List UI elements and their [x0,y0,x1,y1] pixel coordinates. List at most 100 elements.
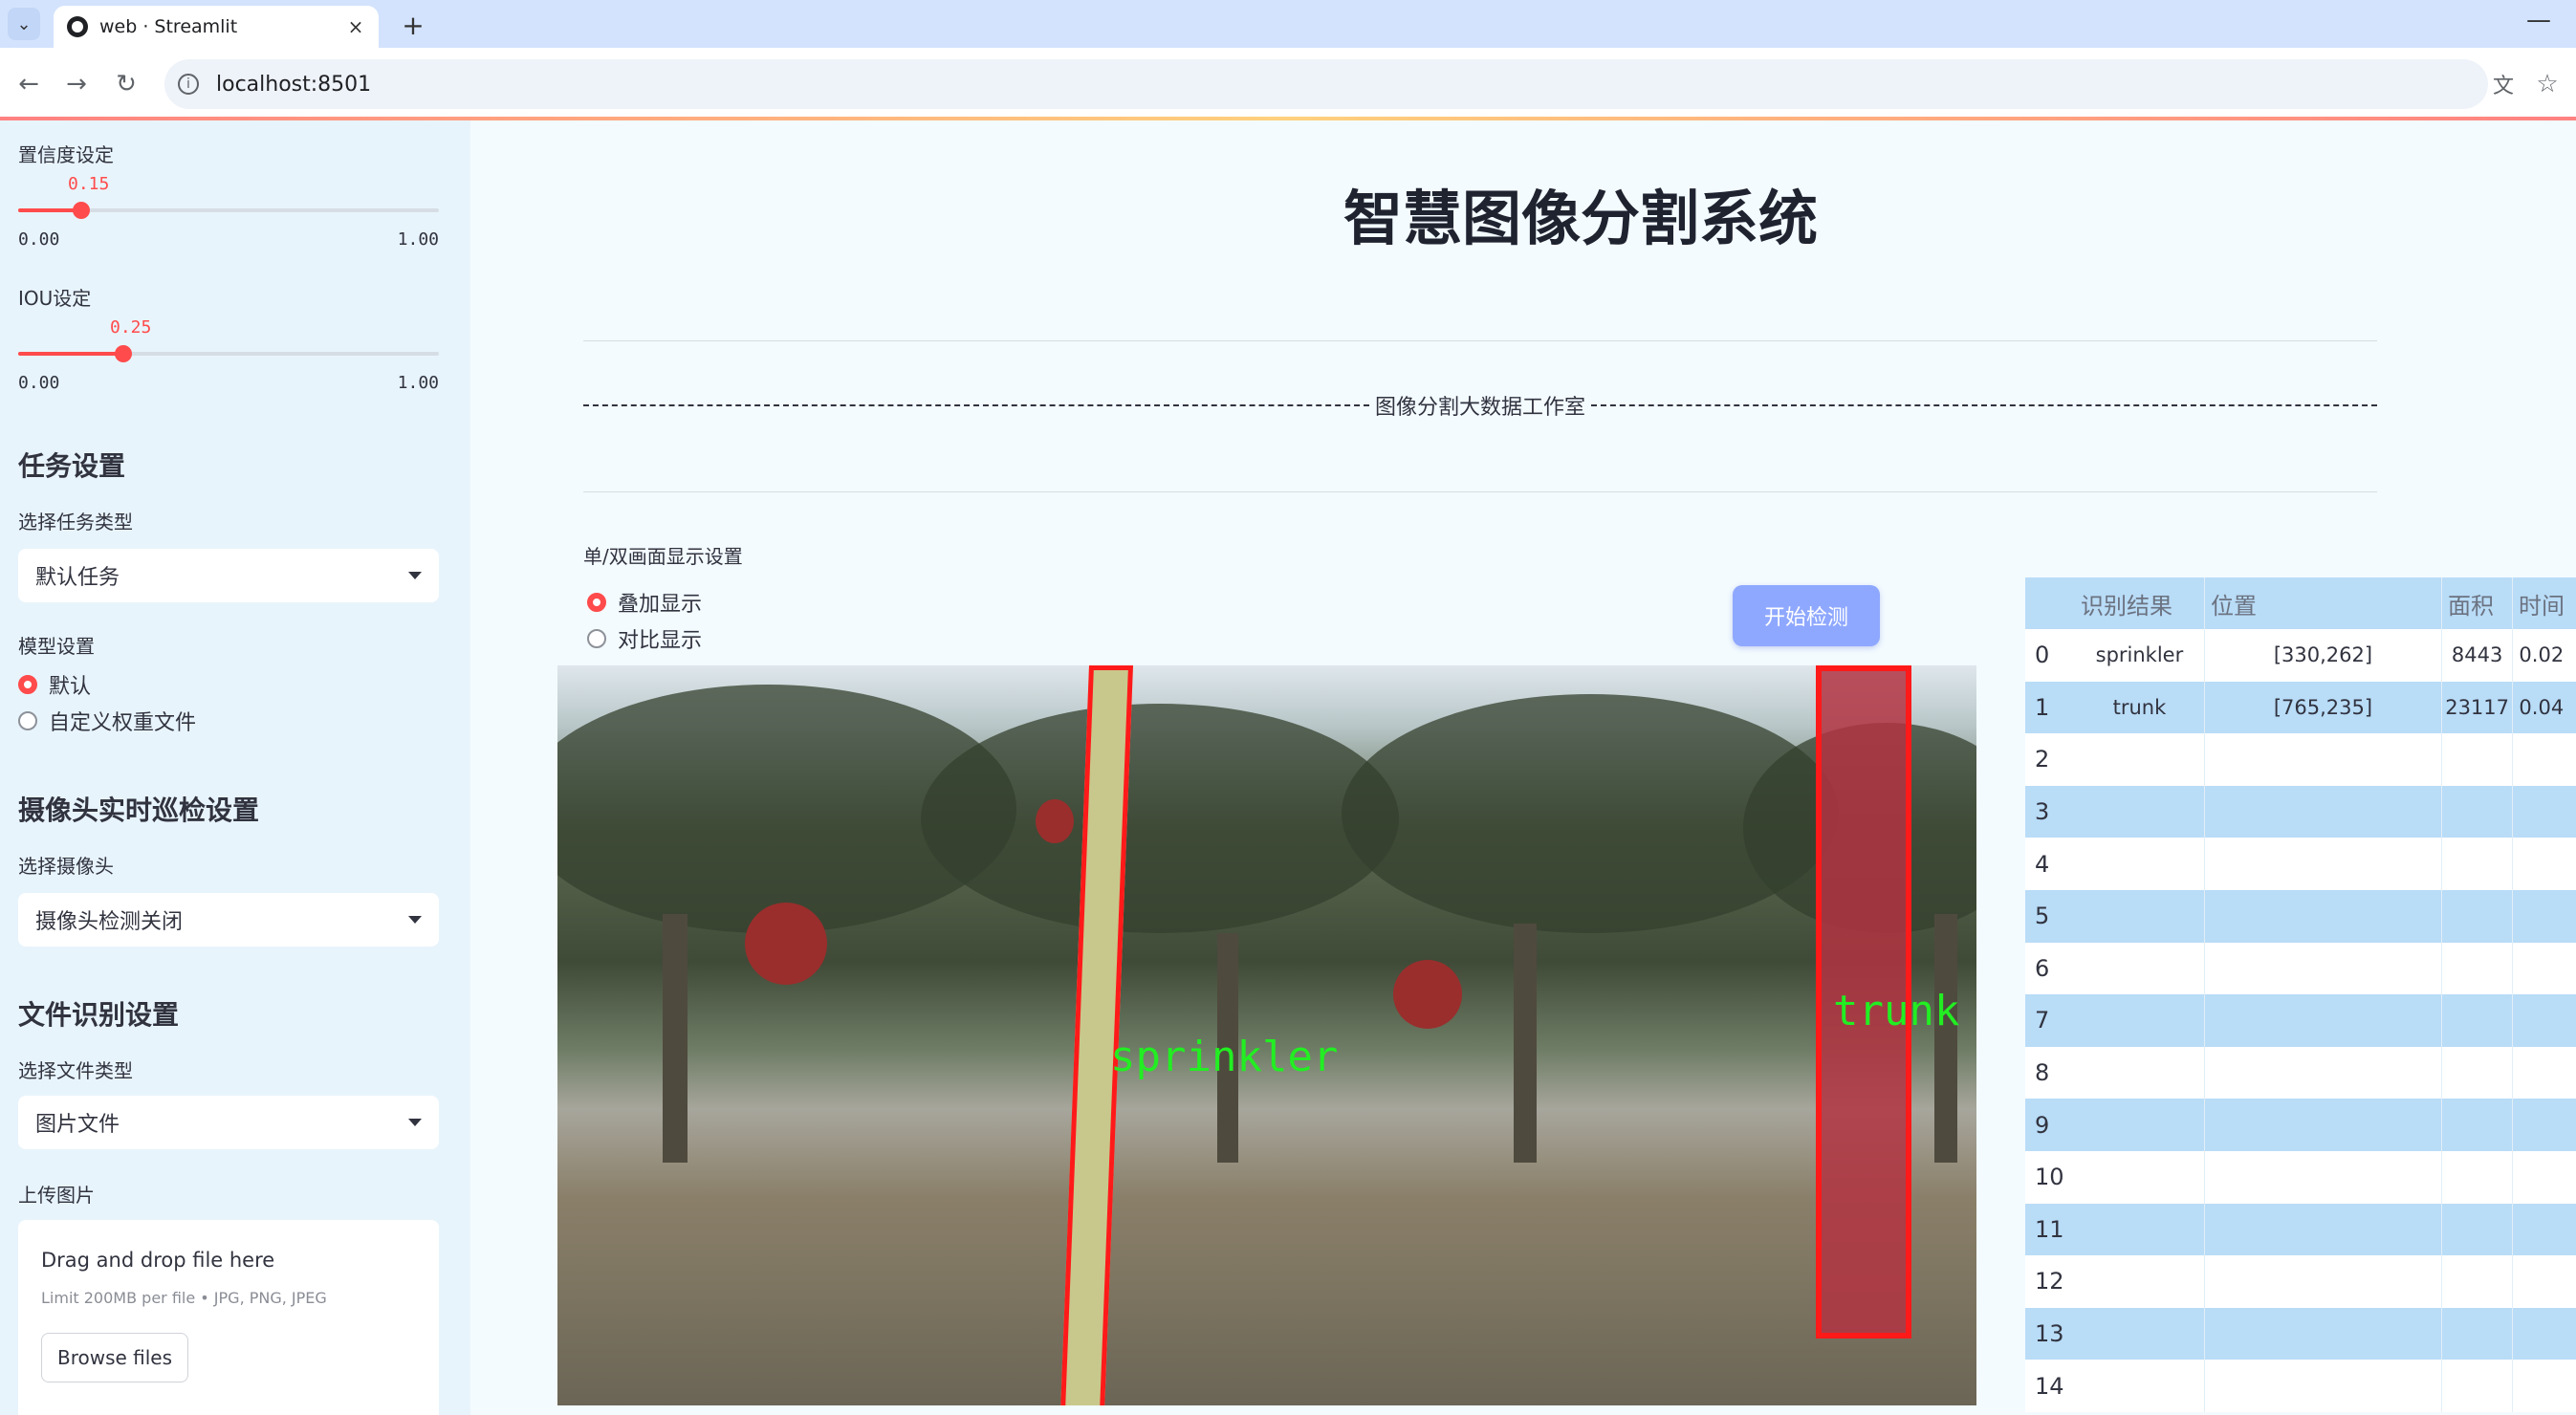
forward-arrow-icon[interactable]: → [57,65,96,103]
row-index: 10 [2035,1164,2064,1191]
cell-result: sprinkler [2075,629,2206,682]
studio-banner: 图像分割大数据工作室 [583,390,2377,421]
cell-position [2205,1203,2442,1256]
address-bar[interactable]: i localhost:8501 [164,59,2488,109]
cell-time [2513,1255,2576,1308]
radio-selected-icon[interactable] [587,593,606,612]
table-row[interactable]: 7 [2025,994,2576,1047]
iou-min: 0.00 [18,373,60,393]
cell-result [2075,1307,2206,1361]
header-position[interactable]: 位置 [2205,577,2442,629]
table-row[interactable]: 8 [2025,1046,2576,1099]
file-heading: 文件识别设置 [18,999,180,1031]
task-type-select[interactable]: 默认任务 [18,549,439,602]
camera-value: 摄像头检测关闭 [35,910,184,934]
site-info-icon[interactable]: i [178,74,199,95]
cell-area [2442,889,2514,943]
camera-select[interactable]: 摄像头检测关闭 [18,893,439,947]
cell-area: 8443 [2442,629,2514,682]
tab-close-icon[interactable]: × [342,15,369,38]
cell-time [2513,1151,2576,1204]
start-detection-button[interactable]: 开始检测 [1733,585,1880,646]
model-option-default[interactable]: 默认 [18,669,91,700]
bookmark-star-icon[interactable]: ☆ [2530,67,2565,101]
table-row[interactable]: 14 [2025,1360,2576,1412]
browser-tab[interactable]: web · Streamlit × [54,6,379,48]
file-dropzone[interactable]: Drag and drop file here Limit 200MB per … [18,1220,439,1415]
iou-slider-thumb[interactable] [115,345,132,362]
iou-slider-fill [18,352,123,356]
table-row[interactable]: 0 sprinkler [330,262] 8443 0.02 [2025,629,2576,682]
table-row[interactable]: 9 [2025,1099,2576,1151]
model-option-custom[interactable]: 自定义权重文件 [18,706,196,736]
camera-label: 选择摄像头 [18,855,114,878]
confidence-value: 0.15 [68,174,110,194]
radio-unselected-icon[interactable] [587,629,606,648]
task-type-label: 选择任务类型 [18,511,133,533]
table-row[interactable]: 10 [2025,1150,2576,1204]
translate-icon[interactable]: 文 [2486,67,2521,101]
cell-area [2442,838,2514,890]
window-minimize-button[interactable]: — [2526,6,2551,34]
cell-position: [330,262] [2205,629,2442,682]
header-time[interactable]: 时间 [2513,577,2576,629]
apple-shape [1036,799,1074,843]
cell-area: 23117 [2442,681,2514,734]
cell-time [2513,1308,2576,1361]
back-arrow-icon[interactable]: ← [10,65,48,103]
chevron-down-icon [408,916,422,924]
display-option-overlay[interactable]: 叠加显示 [587,587,702,618]
display-option-compare[interactable]: 对比显示 [587,623,702,654]
model-option-label: 自定义权重文件 [49,711,197,735]
camera-heading: 摄像头实时巡检设置 [18,795,260,826]
table-body: 0 sprinkler [330,262] 8443 0.02 1 trunk [765,23… [2025,629,2576,1412]
iou-slider[interactable] [18,345,439,362]
cell-area [2442,1150,2514,1204]
header-result[interactable]: 识别结果 [2075,577,2205,629]
confidence-slider[interactable] [18,202,439,219]
display-option-label: 叠加显示 [618,593,703,617]
new-tab-button[interactable]: + [394,6,432,44]
table-row[interactable]: 2 [2025,733,2576,786]
cell-result [2075,1255,2206,1308]
display-mode-label: 单/双画面显示设置 [583,545,743,568]
radio-selected-icon[interactable] [18,675,37,694]
chevron-down-icon [408,572,422,579]
table-row[interactable]: 5 [2025,889,2576,943]
table-row[interactable]: 3 [2025,785,2576,838]
table-row[interactable]: 11 [2025,1203,2576,1256]
table-row[interactable]: 6 [2025,942,2576,995]
confidence-max: 1.00 [397,229,439,250]
file-type-select[interactable]: 图片文件 [18,1096,439,1149]
row-index: 11 [2035,1215,2064,1243]
cell-position [2205,994,2442,1047]
page-title: 智慧图像分割系统 [1343,184,1818,253]
cell-result [2075,1150,2206,1204]
cell-area [2442,942,2514,995]
reload-icon[interactable]: ↻ [107,65,145,103]
radio-unselected-icon[interactable] [18,711,37,730]
cell-position [2205,889,2442,943]
confidence-slider-thumb[interactable] [73,202,90,219]
table-row[interactable]: 12 [2025,1255,2576,1308]
table-row[interactable]: 4 [2025,838,2576,890]
table-row[interactable]: 13 [2025,1307,2576,1361]
task-type-value: 默认任务 [35,566,120,590]
cell-position [2205,838,2442,890]
dropzone-limit: Limit 200MB per file • JPG, PNG, JPEG [41,1289,327,1307]
confidence-label: 置信度设定 [18,143,114,166]
browse-files-button[interactable]: Browse files [41,1333,188,1382]
cell-time [2513,1047,2576,1099]
confidence-min: 0.00 [18,229,60,250]
row-index: 7 [2035,1007,2050,1034]
row-index: 5 [2035,903,2050,930]
header-area[interactable]: 面积 [2442,577,2513,629]
cell-result [2075,733,2206,786]
cell-time [2513,733,2576,786]
cell-result [2075,1360,2206,1412]
table-row[interactable]: 1 trunk [765,235] 23117 0.04 [2025,681,2576,734]
model-option-label: 默认 [49,675,92,699]
tab-search-chevron-icon[interactable]: ⌄ [8,8,40,40]
main-content: 智慧图像分割系统 图像分割大数据工作室 单/双画面显示设置 叠加显示 对比显示 … [470,120,2576,1415]
row-index: 2 [2035,746,2050,773]
